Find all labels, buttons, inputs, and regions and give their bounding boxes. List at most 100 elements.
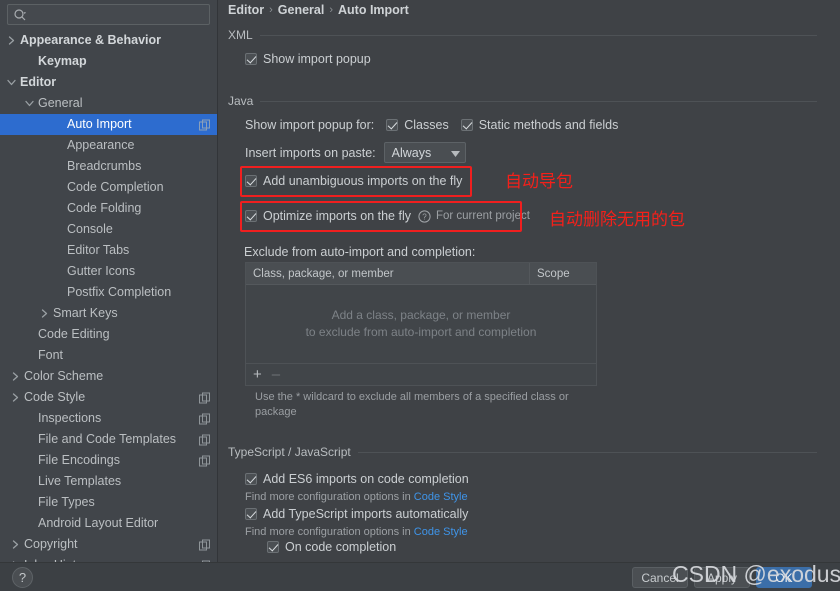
chevron-right-icon[interactable] bbox=[10, 392, 21, 403]
column-header-scope[interactable]: Scope bbox=[530, 263, 596, 284]
annotation-text-auto-import: 自动导包 bbox=[505, 172, 573, 192]
chevron-down-icon[interactable] bbox=[6, 77, 17, 88]
sidebar-item-label: Code Folding bbox=[67, 201, 142, 216]
settings-main-panel: Editor › General › Auto Import XML Show … bbox=[219, 0, 840, 562]
empty-state-line-2: to exclude from auto-import and completi… bbox=[305, 325, 537, 339]
add-button[interactable]: + bbox=[253, 366, 262, 383]
sidebar-item-label: Copyright bbox=[24, 537, 78, 552]
checkbox-add-unambiguous-imports[interactable] bbox=[245, 175, 257, 187]
label-optimize-imports: Optimize imports on the fly bbox=[263, 209, 411, 223]
label-add-unambiguous-imports: Add unambiguous imports on the fly bbox=[263, 174, 463, 188]
label-optimize-scope: For current project bbox=[435, 210, 530, 222]
column-header-class-package-member[interactable]: Class, package, or member bbox=[246, 263, 530, 284]
empty-state-line-1: Add a class, package, or member bbox=[331, 308, 511, 322]
sidebar-item-auto-import[interactable]: Auto Import bbox=[0, 114, 217, 135]
label-show-import-popup: Show import popup bbox=[263, 52, 371, 66]
select-insert-imports-on-paste[interactable]: Always bbox=[383, 142, 466, 163]
sidebar-item-label: Code Completion bbox=[67, 180, 164, 195]
sidebar-item-label: Console bbox=[67, 222, 113, 237]
sidebar-item-gutter-icons[interactable]: Gutter Icons bbox=[0, 261, 217, 282]
sidebar-item-label: Auto Import bbox=[67, 117, 132, 132]
sidebar-item-code-editing[interactable]: Code Editing bbox=[0, 324, 217, 345]
copy-settings-icon bbox=[199, 539, 210, 550]
sidebar-item-code-folding[interactable]: Code Folding bbox=[0, 198, 217, 219]
label-static-methods-and-fields: Static methods and fields bbox=[478, 118, 619, 132]
checkbox-show-import-popup[interactable] bbox=[245, 53, 257, 65]
sidebar-item-editor[interactable]: Editor bbox=[0, 72, 217, 93]
sidebar-item-label: Appearance bbox=[67, 138, 135, 153]
breadcrumb-general[interactable]: General bbox=[278, 3, 325, 17]
chevron-right-icon: › bbox=[329, 4, 334, 16]
divider bbox=[357, 451, 817, 453]
chevron-right-icon[interactable] bbox=[10, 539, 21, 550]
checkbox-classes[interactable] bbox=[386, 119, 399, 131]
sidebar-item-label: General bbox=[38, 96, 83, 111]
checkbox-optimize-imports[interactable] bbox=[245, 210, 257, 222]
optimize-imports-row[interactable]: Optimize imports on the fly ? For curren… bbox=[245, 209, 530, 223]
chevron-right-icon[interactable] bbox=[39, 308, 50, 319]
divider bbox=[260, 100, 817, 102]
copy-settings-icon bbox=[199, 413, 210, 424]
sidebar-item-color-scheme[interactable]: Color Scheme bbox=[0, 366, 217, 387]
find-more-prefix-1: Find more configuration options in bbox=[245, 491, 411, 503]
sidebar-item-label: Smart Keys bbox=[53, 306, 118, 321]
help-icon[interactable]: ? bbox=[418, 209, 431, 223]
sidebar-item-label: Keymap bbox=[38, 54, 87, 69]
exclude-table-header: Class, package, or member Scope bbox=[246, 263, 596, 285]
link-code-style-1[interactable]: Code Style bbox=[414, 491, 468, 503]
group-title-xml: XML bbox=[228, 28, 253, 42]
checkbox-add-es6-imports[interactable] bbox=[245, 473, 257, 485]
group-header-java: Java bbox=[228, 94, 817, 108]
chevron-down-icon bbox=[450, 146, 460, 160]
sidebar-item-code-completion[interactable]: Code Completion bbox=[0, 177, 217, 198]
insert-imports-on-paste-row: Insert imports on paste: Always bbox=[245, 142, 466, 163]
checkbox-static-methods-and-fields[interactable] bbox=[460, 119, 473, 131]
sidebar-item-inspections[interactable]: Inspections bbox=[0, 408, 217, 429]
search-input[interactable] bbox=[30, 8, 195, 21]
sidebar-item-inlay-hints[interactable]: Inlay Hints bbox=[0, 555, 217, 562]
add-es6-imports-row[interactable]: Add ES6 imports on code completion bbox=[245, 472, 469, 486]
sidebar-item-font[interactable]: Font bbox=[0, 345, 217, 366]
chevron-down-icon[interactable] bbox=[24, 98, 35, 109]
add-unambiguous-imports-row[interactable]: Add unambiguous imports on the fly bbox=[245, 174, 462, 188]
exclude-table[interactable]: Class, package, or member Scope Add a cl… bbox=[245, 262, 597, 386]
on-code-completion-row[interactable]: On code completion bbox=[267, 540, 396, 554]
sidebar-item-editor-tabs[interactable]: Editor Tabs bbox=[0, 240, 217, 261]
copy-settings-icon bbox=[199, 455, 210, 466]
copy-settings-icon bbox=[199, 119, 210, 130]
copy-settings-icon bbox=[199, 392, 210, 403]
sidebar-item-label: Inspections bbox=[38, 411, 102, 426]
checkbox-on-code-completion[interactable] bbox=[267, 541, 279, 553]
sidebar-item-file-types[interactable]: File Types bbox=[0, 492, 217, 513]
sidebar-item-label: Live Templates bbox=[38, 474, 122, 489]
sidebar-item-smart-keys[interactable]: Smart Keys bbox=[0, 303, 217, 324]
sidebar-item-copyright[interactable]: Copyright bbox=[0, 534, 217, 555]
sidebar-item-file-encodings[interactable]: File Encodings bbox=[0, 450, 217, 471]
chevron-right-icon[interactable] bbox=[6, 35, 17, 46]
sidebar-item-file-and-code-templates[interactable]: File and Code Templates bbox=[0, 429, 217, 450]
sidebar-item-appearance[interactable]: Appearance bbox=[0, 135, 217, 156]
help-button[interactable]: ? bbox=[12, 567, 33, 588]
checkbox-show-import-popup-row[interactable]: Show import popup bbox=[245, 52, 371, 66]
checkbox-add-typescript-imports[interactable] bbox=[245, 508, 257, 520]
settings-sidebar: Appearance & Behavior Keymap Editor General… bbox=[0, 0, 218, 562]
add-typescript-imports-row[interactable]: Add TypeScript imports automatically bbox=[245, 507, 468, 521]
find-more-prefix-2: Find more configuration options in bbox=[245, 526, 411, 538]
sidebar-item-console[interactable]: Console bbox=[0, 219, 217, 240]
link-code-style-2[interactable]: Code Style bbox=[414, 526, 468, 538]
breadcrumb-editor[interactable]: Editor bbox=[228, 3, 264, 17]
sidebar-item-label: Breadcrumbs bbox=[67, 159, 142, 174]
sidebar-item-postfix-completion[interactable]: Postfix Completion bbox=[0, 282, 217, 303]
label-classes: Classes bbox=[404, 118, 449, 132]
find-more-options-1: Find more configuration options in Code … bbox=[245, 491, 468, 503]
sidebar-item-general[interactable]: General bbox=[0, 93, 217, 114]
sidebar-item-keymap[interactable]: Keymap bbox=[0, 51, 217, 72]
sidebar-item-android-layout-editor[interactable]: Android Layout Editor bbox=[0, 513, 217, 534]
sidebar-item-appearance-behavior[interactable]: Appearance & Behavior bbox=[0, 30, 217, 51]
divider bbox=[259, 34, 817, 36]
sidebar-item-live-templates[interactable]: Live Templates bbox=[0, 471, 217, 492]
sidebar-item-breadcrumbs[interactable]: Breadcrumbs bbox=[0, 156, 217, 177]
sidebar-item-code-style[interactable]: Code Style bbox=[0, 387, 217, 408]
sidebar-search[interactable] bbox=[7, 4, 210, 25]
chevron-right-icon[interactable] bbox=[10, 371, 21, 382]
